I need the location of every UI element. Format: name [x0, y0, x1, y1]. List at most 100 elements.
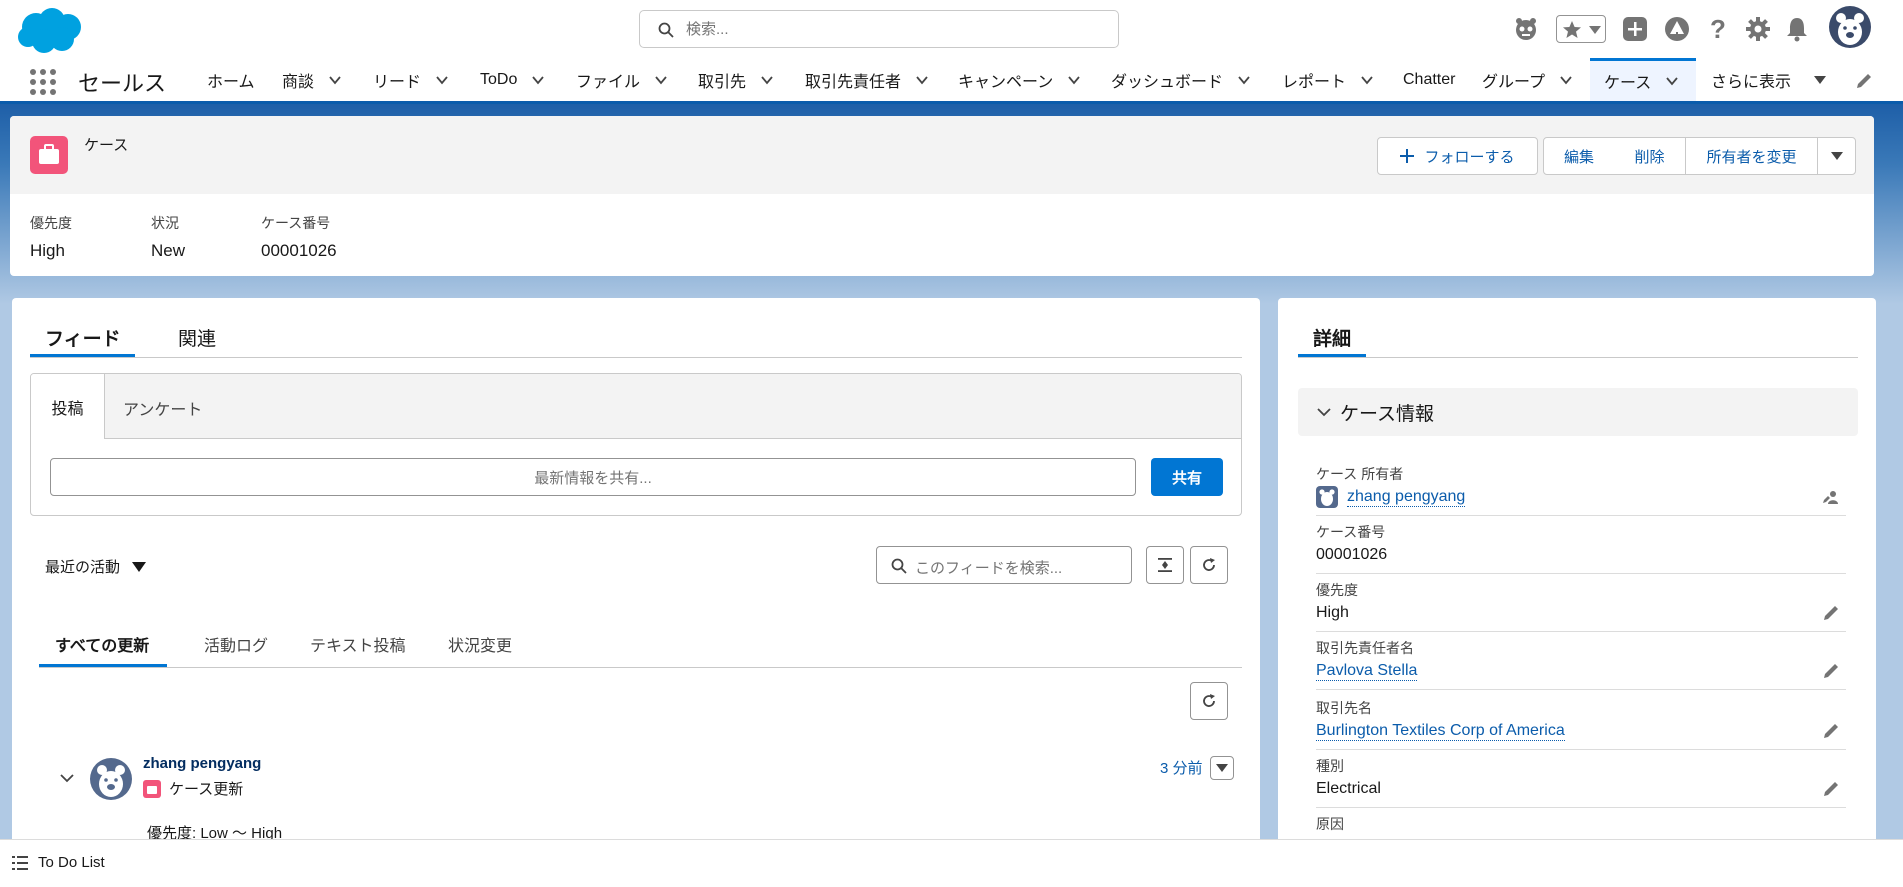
nav-item-cases[interactable]: ケース — [1590, 58, 1696, 101]
nav-item-more[interactable]: さらに表示 — [1711, 58, 1827, 101]
post-timestamp[interactable]: 3 分前 — [1160, 757, 1203, 778]
nav-item-label: Chatter — [1403, 70, 1456, 88]
todo-list-utility[interactable]: To Do List — [12, 854, 105, 871]
sort-label: 最近の活動 — [45, 559, 121, 576]
avatar[interactable] — [90, 758, 132, 800]
tab-related[interactable]: 関連 — [178, 324, 216, 351]
post-author[interactable]: zhang pengyang — [143, 755, 261, 772]
chevron-down-icon[interactable] — [435, 73, 449, 87]
gear-icon[interactable] — [1739, 10, 1777, 48]
collapse-icon — [1158, 558, 1172, 572]
chevron-down-icon[interactable] — [531, 73, 545, 87]
chevron-down-icon[interactable] — [760, 73, 774, 87]
chevron-down-icon — [1317, 408, 1331, 417]
refresh-button[interactable] — [1190, 546, 1228, 584]
filter-status-changes[interactable]: 状況変更 — [448, 632, 512, 656]
more-actions-button[interactable] — [1817, 137, 1856, 175]
field-value[interactable]: Burlington Textiles Corp of America — [1316, 722, 1565, 741]
share-button[interactable]: 共有 — [1151, 458, 1223, 496]
tab-details[interactable]: 詳細 — [1313, 324, 1351, 351]
chevron-down-icon[interactable] — [915, 73, 929, 87]
star-icon[interactable] — [1562, 20, 1582, 40]
nav-item-dashboards[interactable]: ダッシュボード — [1111, 58, 1251, 101]
pencil-icon[interactable] — [1822, 722, 1840, 740]
global-search-input[interactable] — [686, 17, 1106, 41]
post-actions-button[interactable] — [1210, 756, 1234, 780]
field-label: ケース番号 — [261, 215, 331, 231]
nav-item-label: ToDo — [480, 70, 518, 88]
post-type-label: ケース更新 — [169, 781, 244, 798]
nav-item-groups[interactable]: グループ — [1482, 58, 1573, 101]
nav-item-home[interactable]: ホーム — [207, 58, 255, 101]
field-label: 状況 — [151, 215, 179, 231]
chevron-down-icon[interactable] — [1813, 73, 1827, 87]
collapse-button[interactable] — [1146, 546, 1184, 584]
app-launcher-icon[interactable] — [28, 67, 58, 97]
chevron-down-icon[interactable] — [1067, 73, 1081, 87]
feed-tabs: フィード 関連 — [30, 318, 1242, 358]
share-update-input[interactable]: 最新情報を共有... — [50, 458, 1136, 496]
field-value[interactable]: zhang pengyang — [1347, 488, 1466, 507]
edit-button[interactable]: 編集 — [1543, 137, 1615, 175]
tab-post[interactable]: 投稿 — [31, 374, 105, 439]
tab-post-label: 投稿 — [51, 400, 84, 418]
nav-item-leads[interactable]: リード — [373, 58, 449, 101]
feed-filter-tabs: すべての更新 活動ログ テキスト投稿 状況変更 — [39, 618, 1242, 668]
chevron-down-icon[interactable] — [1589, 26, 1601, 34]
sort-dropdown[interactable]: 最近の活動 — [45, 556, 147, 577]
filter-all-updates[interactable]: すべての更新 — [55, 632, 149, 656]
nav-item-label: キャンペーン — [958, 73, 1054, 91]
help-icon[interactable]: ? — [1699, 10, 1737, 48]
chevron-down-icon[interactable] — [1665, 74, 1679, 88]
utility-bar: To Do List — [0, 839, 1903, 887]
salesforce-logo[interactable] — [14, 5, 86, 55]
nav-item-label: ケース — [1604, 75, 1652, 92]
filter-text-posts[interactable]: テキスト投稿 — [310, 632, 406, 656]
pencil-icon[interactable] — [1822, 662, 1840, 680]
change-owner-button[interactable]: 所有者を変更 — [1685, 137, 1818, 175]
pencil-icon[interactable] — [1822, 604, 1840, 622]
trailhead-icon[interactable] — [1658, 10, 1696, 48]
chevron-down-icon[interactable] — [1237, 73, 1251, 87]
nav-item-chatter[interactable]: Chatter — [1403, 58, 1455, 101]
field-label: 取引先名 — [1316, 700, 1372, 716]
follow-label: フォローする — [1424, 148, 1515, 166]
nav-item-accounts[interactable]: 取引先 — [698, 58, 774, 101]
follow-button[interactable]: フォローする — [1377, 137, 1538, 175]
bell-icon[interactable] — [1778, 10, 1816, 48]
nav-item-contacts[interactable]: 取引先責任者 — [805, 58, 929, 101]
tab-feed[interactable]: フィード — [45, 324, 121, 351]
nav-item-todo[interactable]: ToDo — [480, 58, 545, 101]
nav-item-campaigns[interactable]: キャンペーン — [958, 58, 1081, 101]
filter-activity-log[interactable]: 活動ログ — [204, 632, 268, 656]
nav-item-reports[interactable]: レポート — [1282, 58, 1374, 101]
einstein-icon[interactable] — [1507, 10, 1545, 48]
global-search[interactable] — [639, 10, 1119, 48]
highlight-status: 状況 New — [151, 213, 185, 261]
field-value: 00001026 — [261, 241, 337, 260]
delete-button[interactable]: 削除 — [1614, 137, 1686, 175]
nav-item-opportunities[interactable]: 商談 — [282, 58, 342, 101]
favorites-group[interactable] — [1556, 15, 1606, 43]
feed-refresh-button[interactable] — [1190, 682, 1228, 720]
field-value[interactable]: Pavlova Stella — [1316, 662, 1418, 681]
field-value: 00001026 — [1316, 546, 1388, 563]
chevron-down-icon[interactable] — [1559, 73, 1573, 87]
tab-underline — [30, 354, 135, 357]
avatar[interactable] — [1829, 6, 1871, 48]
pencil-icon[interactable] — [1855, 72, 1873, 90]
chevron-down-icon[interactable] — [59, 772, 75, 784]
chevron-down-icon[interactable] — [328, 73, 342, 87]
plus-icon[interactable] — [1616, 10, 1654, 48]
tab-underline — [1298, 354, 1366, 357]
chevron-down-icon[interactable] — [1360, 73, 1374, 87]
chevron-down-icon[interactable] — [654, 73, 668, 87]
field-case-owner: ケース 所有者 zhang pengyang — [1316, 458, 1846, 516]
feed-search[interactable]: このフィードを検索... — [876, 546, 1132, 584]
nav-item-files[interactable]: ファイル — [576, 58, 668, 101]
section-case-info[interactable]: ケース情報 — [1298, 388, 1858, 436]
tab-poll[interactable]: アンケート — [123, 396, 202, 420]
pencil-icon[interactable] — [1822, 780, 1840, 798]
field-contact-name: 取引先責任者名 Pavlova Stella — [1316, 632, 1846, 690]
change-owner-icon[interactable] — [1822, 488, 1840, 506]
